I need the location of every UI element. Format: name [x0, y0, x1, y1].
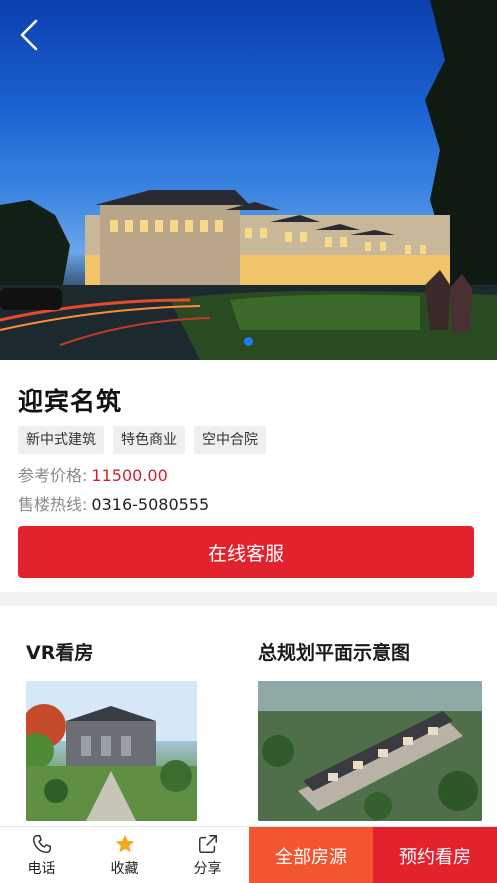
star-icon	[114, 833, 136, 855]
vr-section-title: VR看房	[26, 642, 94, 664]
price-value: 11500.00	[91, 466, 168, 485]
phone-icon	[31, 833, 53, 855]
share-label: 分享	[193, 861, 222, 877]
tag: 特色商业	[113, 426, 185, 454]
all-listings-button[interactable]: 全部房源	[249, 827, 373, 883]
master-plan-image	[258, 681, 482, 821]
plan-section-title: 总规划平面示意图	[258, 642, 411, 664]
hotline-row: 售楼热线: 0316-5080555	[18, 491, 209, 515]
share-button[interactable]: 分享	[166, 827, 249, 883]
hotline-value[interactable]: 0316-5080555	[91, 495, 209, 514]
phone-button[interactable]: 电话	[0, 827, 83, 883]
share-icon	[197, 833, 219, 855]
project-info: 迎宾名筑 新中式建筑 特色商业 空中合院 参考价格: 11500.00 售楼热线:…	[0, 360, 497, 592]
vr-thumbnail[interactable]	[26, 681, 197, 821]
price-label: 参考价格:	[18, 466, 88, 485]
project-title: 迎宾名筑	[18, 387, 123, 416]
hotline-label: 售楼热线:	[18, 495, 88, 514]
online-customer-service-button[interactable]: 在线客服	[18, 526, 474, 578]
favorite-button[interactable]: 收藏	[83, 827, 166, 883]
section-divider	[0, 592, 497, 606]
favorite-label: 收藏	[110, 861, 139, 877]
tag: 空中合院	[194, 426, 266, 454]
tag: 新中式建筑	[18, 426, 104, 454]
hero-building-image	[0, 0, 497, 360]
vr-courtyard-image	[26, 681, 197, 821]
hero-banner[interactable]	[0, 0, 497, 360]
bottom-action-bar: 电话 收藏 分享 全部房源 预约看房	[0, 826, 497, 883]
back-button[interactable]	[18, 18, 52, 58]
carousel-dot-active[interactable]	[244, 337, 253, 346]
carousel-indicator	[0, 337, 497, 346]
project-tags: 新中式建筑 特色商业 空中合院	[18, 426, 266, 454]
back-arrow-icon	[20, 19, 38, 51]
book-viewing-button[interactable]: 预约看房	[373, 827, 497, 883]
master-plan-thumbnail[interactable]	[258, 681, 482, 821]
price-row: 参考价格: 11500.00	[18, 462, 168, 486]
phone-label: 电话	[27, 861, 56, 877]
